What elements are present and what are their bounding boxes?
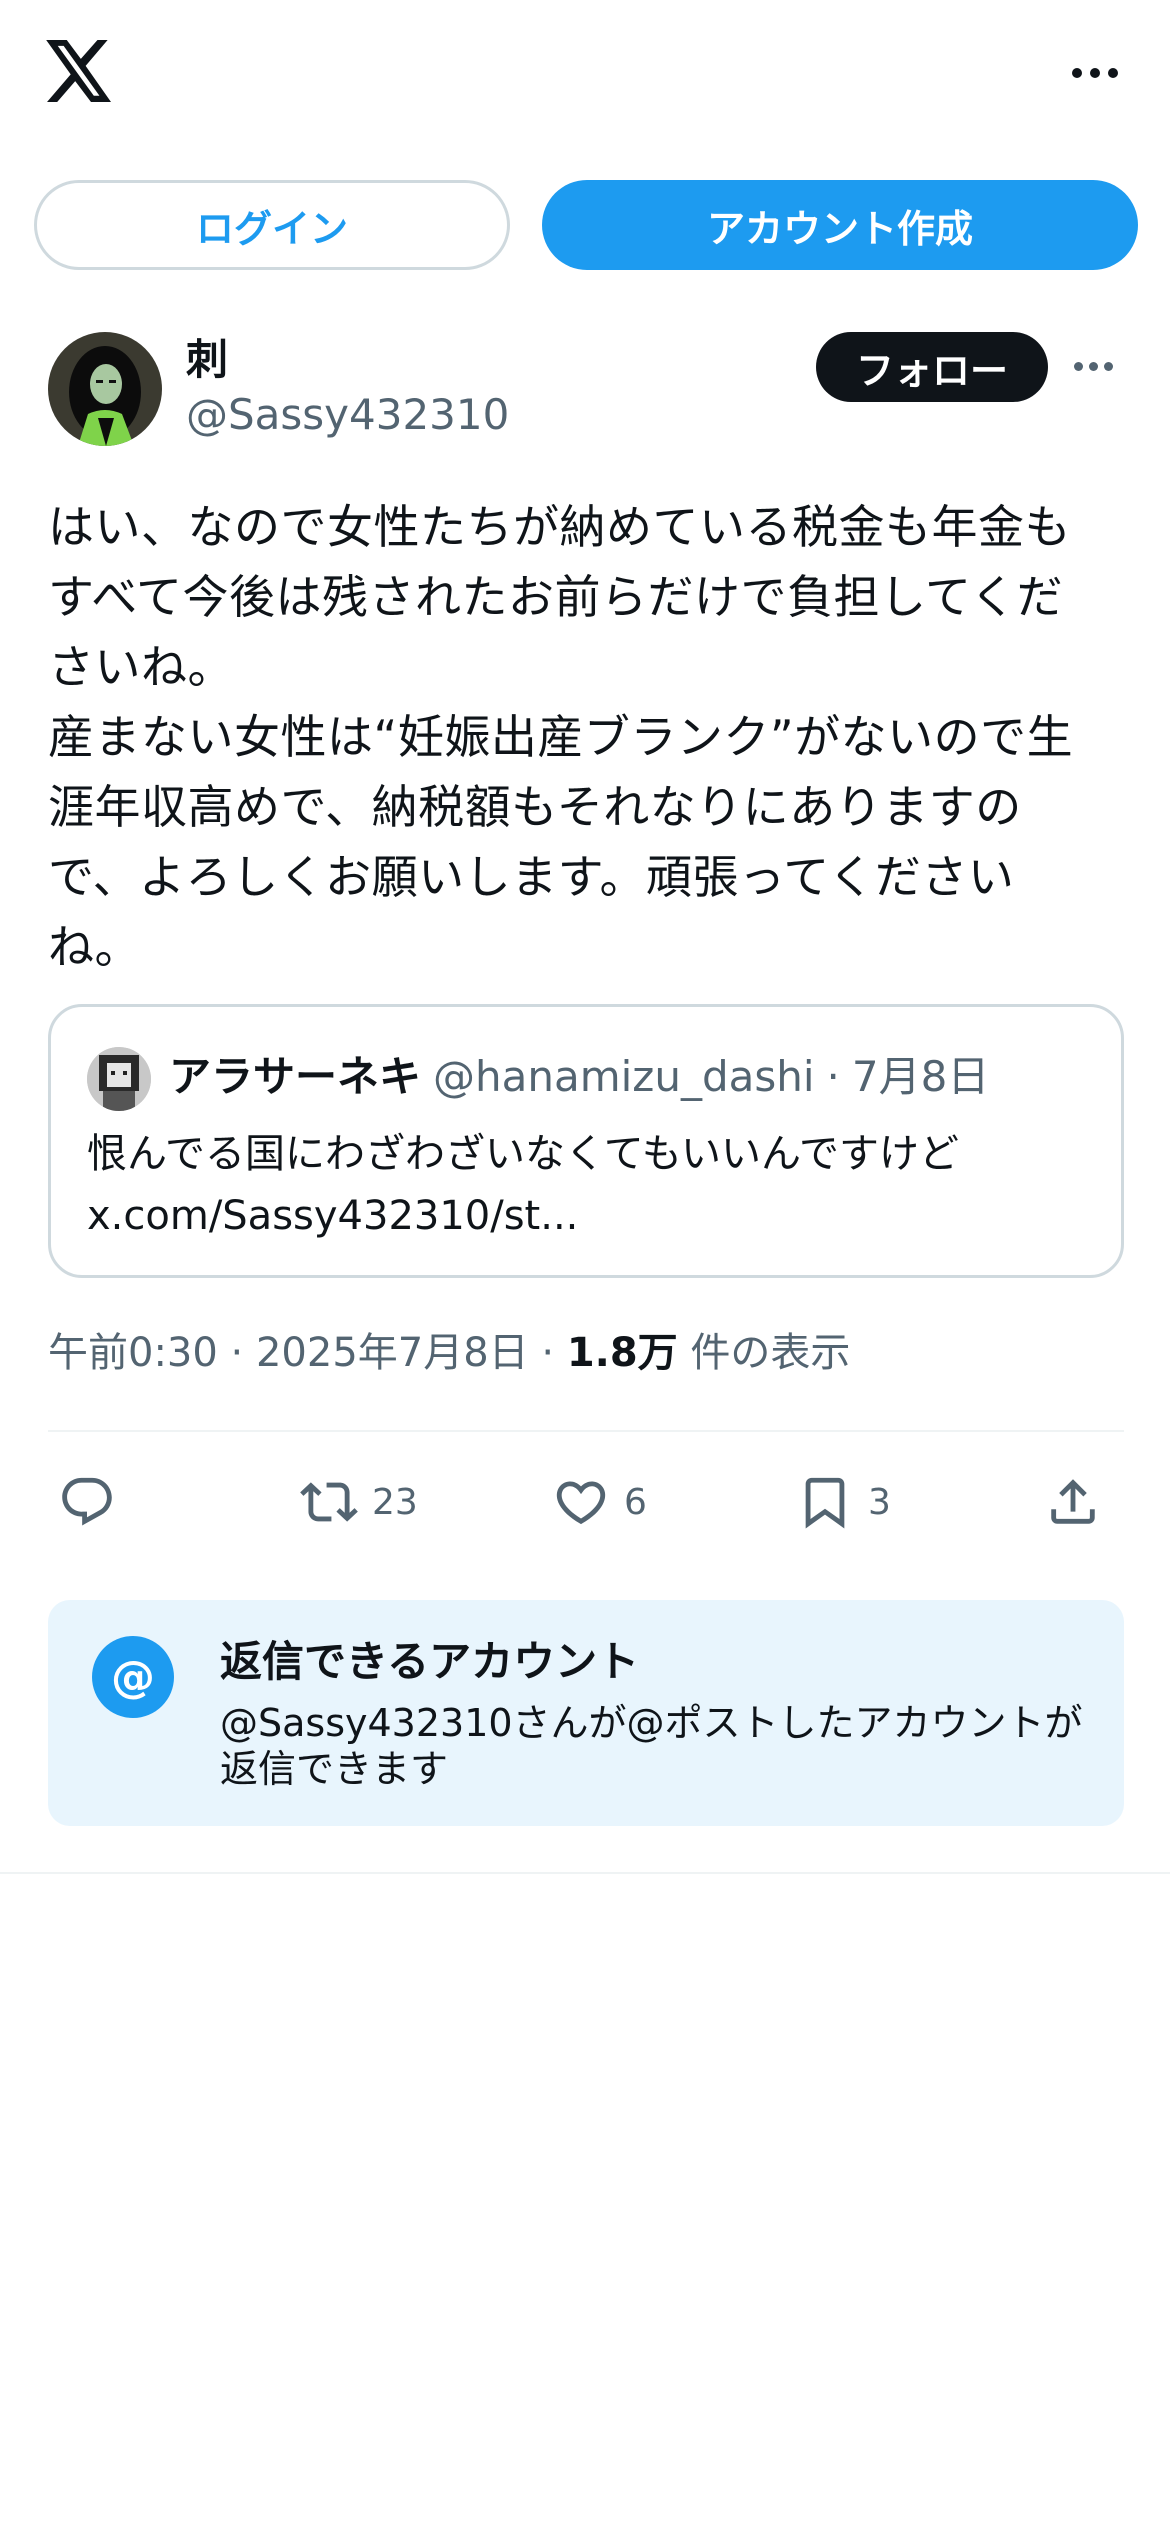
post-meta: 午前0:30 · 2025年7月8日 · 1.8万 件の表示 (48, 1320, 850, 1378)
views-count: 1.8万 (566, 1330, 678, 1376)
quote-handle: @hanamizu_dashi (433, 1052, 815, 1101)
more-horizontal-icon[interactable] (1068, 60, 1122, 86)
repost-icon (300, 1482, 358, 1522)
dot (1074, 361, 1083, 371)
dot (1090, 68, 1100, 78)
repost-count: 23 (372, 1481, 418, 1523)
action-bar: 23 6 3 (48, 1462, 1124, 1542)
views-label: 件の表示 (677, 1330, 851, 1376)
avatar[interactable] (48, 332, 162, 446)
quote-text-line: 恨んでる国にわざわざいなくてもいいんですけど (87, 1131, 959, 1177)
repost-button[interactable]: 23 (300, 1462, 418, 1542)
quote-avatar (87, 1047, 151, 1111)
like-count: 6 (624, 1481, 647, 1523)
at-sign-icon: @ (92, 1636, 174, 1718)
reply-restriction-notice: @ 返信できるアカウント @Sassy432310さんが@ポストしたアカウントが… (48, 1600, 1124, 1826)
quote-link: x.com/Sassy432310/st... (87, 1193, 579, 1239)
post-more-icon[interactable] (1074, 356, 1118, 376)
dot (1104, 361, 1113, 371)
quote-header: アラサーネキ @hanamizu_dashi · 7月8日 (169, 1043, 989, 1104)
divider (0, 1872, 1170, 1874)
top-bar (0, 0, 1170, 150)
bookmark-icon (805, 1477, 845, 1529)
share-button[interactable] (1044, 1462, 1102, 1542)
quote-text: 恨んでる国にわざわざいなくてもいいんですけど x.com/Sassy432310… (87, 1123, 1087, 1247)
login-button[interactable]: ログイン (34, 180, 510, 270)
create-account-button[interactable]: アカウント作成 (542, 180, 1138, 270)
divider (48, 1430, 1124, 1432)
quoted-post[interactable]: アラサーネキ @hanamizu_dashi · 7月8日 恨んでる国にわざわざ… (48, 1004, 1124, 1278)
dot (1089, 361, 1098, 371)
share-icon (1051, 1479, 1095, 1524)
reply-icon (62, 1477, 112, 1526)
post-text: はい、なので女性たちが納めている税金も年金も すべて今後は残されたお前らだけで負… (48, 500, 1074, 974)
bookmark-count: 3 (868, 1481, 891, 1523)
avatar-image (48, 332, 162, 446)
post-timestamp[interactable]: 午前0:30 · 2025年7月8日 · (48, 1330, 567, 1376)
quote-avatar-image (87, 1047, 151, 1111)
follow-button[interactable]: フォロー (816, 332, 1048, 402)
reply-restriction-description: @Sassy432310さんが@ポストしたアカウントが返信できます (220, 1701, 1083, 1791)
author-display-name[interactable]: 刺 (186, 326, 228, 387)
reply-button[interactable] (58, 1462, 116, 1542)
bookmark-button[interactable]: 3 (796, 1462, 891, 1542)
heart-icon (556, 1481, 606, 1525)
reply-restriction-title: 返信できるアカウント (220, 1637, 640, 1686)
x-logo-icon[interactable] (46, 40, 114, 102)
quote-separator: · (826, 1052, 840, 1101)
dot (1072, 68, 1082, 78)
like-button[interactable]: 6 (552, 1462, 647, 1542)
quote-date: 7月8日 (851, 1052, 990, 1101)
quote-display-name: アラサーネキ (169, 1052, 422, 1101)
author-handle[interactable]: @Sassy432310 (186, 390, 509, 439)
dot (1108, 68, 1118, 78)
